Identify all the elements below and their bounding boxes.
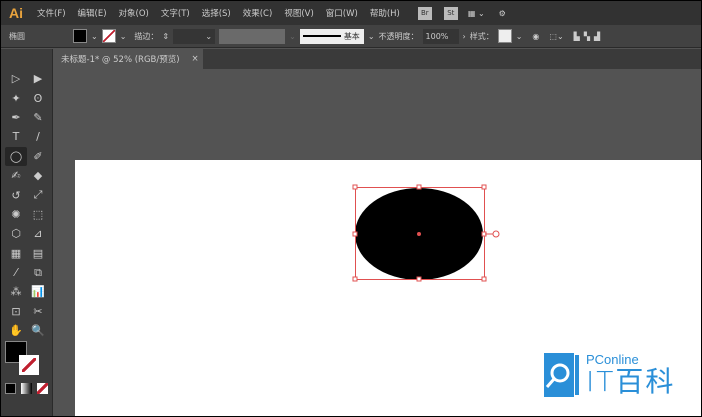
illustrator-window: Ai 文件(F) 编辑(E) 对象(O) 文字(T) 选择(S) 效果(C) 视…	[1, 1, 701, 416]
pie-widget-handle	[492, 230, 500, 238]
watermark-name: IT百科	[586, 365, 676, 398]
watermark: PConline IT百科	[544, 352, 675, 397]
pconline-logo-icon	[544, 352, 579, 397]
center-point	[417, 232, 421, 236]
